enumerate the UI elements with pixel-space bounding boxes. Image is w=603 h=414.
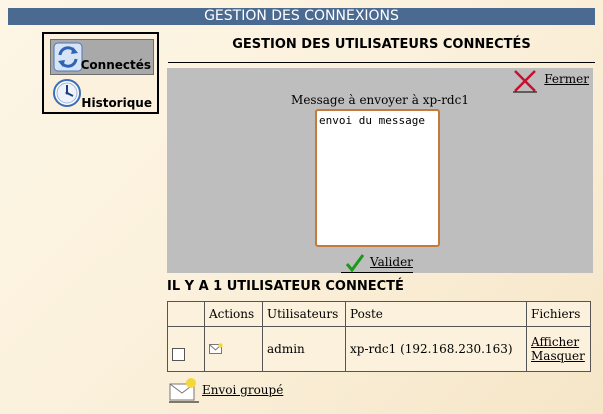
message-panel: Fermer Message à envoyer à xp-rdc1 envoi… <box>167 68 593 273</box>
users-table: Actions Utilisateurs Poste Fichiers admi… <box>167 301 591 372</box>
menu-item-historique-label: Historique <box>81 96 152 110</box>
header-files: Fichiers <box>526 301 591 327</box>
select-cell <box>167 326 205 372</box>
menu-item-connectes[interactable]: Connectés <box>50 39 154 75</box>
hide-files-link[interactable]: Masquer <box>531 349 586 363</box>
send-message-icon[interactable] <box>209 343 223 355</box>
clock-icon <box>53 79 81 107</box>
actions-cell <box>204 326 263 372</box>
connected-count-heading: IL Y A 1 UTILISATEUR CONNECTÉ <box>167 279 404 294</box>
close-icon <box>513 70 537 93</box>
row-checkbox[interactable] <box>172 348 185 361</box>
validate-underline <box>341 272 413 273</box>
app-header-bar: GESTION DES CONNEXIONS <box>8 8 595 25</box>
page-title: GESTION DES UTILISATEURS CONNECTÉS <box>232 37 531 52</box>
message-textarea[interactable]: envoi du message <box>315 109 440 247</box>
post-cell: xp-rdc1 (192.168.230.163) <box>345 326 527 372</box>
close-label: Fermer <box>544 72 589 86</box>
side-menu: Connectés Historique <box>42 32 159 114</box>
header-select <box>167 301 205 327</box>
header-post: Poste <box>345 301 527 327</box>
menu-item-historique[interactable]: Historique <box>50 76 154 112</box>
menu-item-connectes-label: Connectés <box>80 58 151 72</box>
header-actions: Actions <box>204 301 263 327</box>
files-cell: Afficher Masquer <box>526 326 591 372</box>
app-title: GESTION DES CONNEXIONS <box>204 8 399 24</box>
table-row: admin xp-rdc1 (192.168.230.163) Afficher… <box>167 326 591 372</box>
checkmark-icon <box>345 254 365 273</box>
message-label: Message à envoyer à xp-rdc1 <box>291 93 469 107</box>
group-envelope-icon <box>169 378 199 403</box>
title-divider <box>168 62 595 63</box>
show-files-link[interactable]: Afficher <box>531 335 586 349</box>
header-users: Utilisateurs <box>262 301 346 327</box>
table-header-row: Actions Utilisateurs Poste Fichiers <box>167 301 591 327</box>
group-send-label: Envoi groupé <box>202 383 284 397</box>
validate-label: Valider <box>370 255 413 269</box>
refresh-icon <box>53 42 83 72</box>
user-cell: admin <box>262 326 346 372</box>
close-button[interactable]: Fermer <box>509 68 589 94</box>
validate-button[interactable]: Valider <box>341 252 421 274</box>
group-send-button[interactable]: Envoi groupé <box>169 377 284 405</box>
